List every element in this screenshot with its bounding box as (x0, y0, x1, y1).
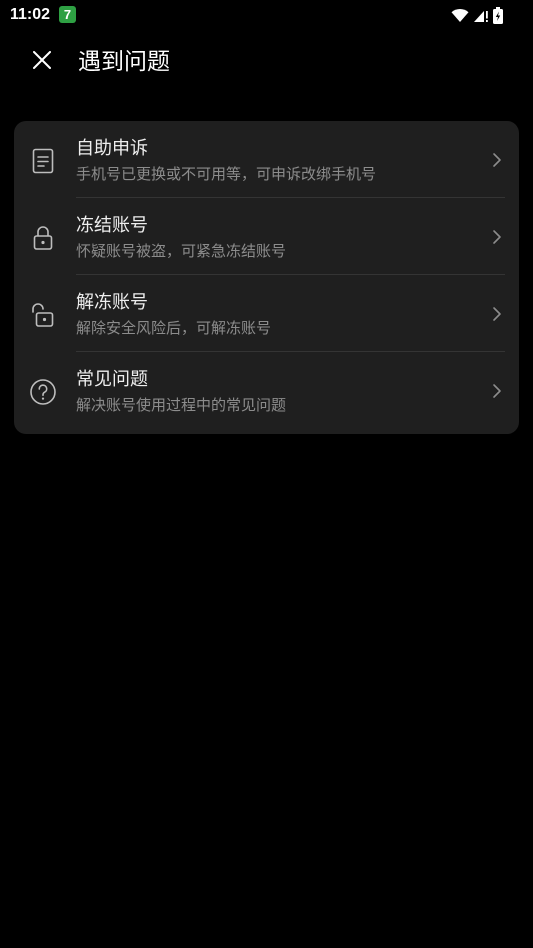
menu-item-title: 冻结账号 (76, 215, 148, 236)
menu-item-subtitle: 怀疑账号被盗，可紧急冻结账号 (76, 242, 287, 260)
unlock-icon (29, 301, 57, 329)
menu-item-title: 解冻账号 (76, 292, 148, 313)
help-circle-icon (29, 378, 57, 406)
lock-icon (29, 224, 57, 252)
chevron-right-icon (491, 228, 503, 246)
menu-item-subtitle: 手机号已更换或不可用等，可申诉改绑手机号 (76, 165, 377, 183)
menu-item-freeze-account[interactable]: 冻结账号 怀疑账号被盗，可紧急冻结账号 (14, 198, 519, 275)
top-app-bar: 遇到问题 (0, 36, 533, 88)
close-icon (33, 51, 51, 73)
wifi-icon (451, 8, 469, 23)
menu-item-self-appeal[interactable]: 自助申诉 手机号已更换或不可用等，可申诉改绑手机号 (14, 121, 519, 198)
document-icon (29, 147, 57, 175)
close-button[interactable] (22, 42, 62, 82)
status-icons (451, 5, 503, 25)
menu-item-title: 常见问题 (76, 369, 148, 390)
signal-icon (473, 8, 489, 23)
chevron-right-icon (491, 305, 503, 323)
menu-item-unfreeze-account[interactable]: 解冻账号 解除安全风险后，可解冻账号 (14, 275, 519, 352)
menu-item-title: 自助申诉 (76, 138, 148, 159)
problem-options-card: 自助申诉 手机号已更换或不可用等，可申诉改绑手机号 冻结账号 怀疑账号被盗，可紧… (14, 121, 519, 434)
page-title: 遇到问题 (78, 49, 170, 75)
menu-item-faq[interactable]: 常见问题 解决账号使用过程中的常见问题 (14, 352, 519, 429)
status-time: 11:02 (10, 6, 51, 23)
chevron-right-icon (491, 382, 503, 400)
battery-charging-icon (493, 6, 503, 24)
status-bar: 11:02 7 (0, 0, 533, 30)
app-notification-badge: 7 (59, 6, 76, 23)
menu-item-subtitle: 解除安全风险后，可解冻账号 (76, 319, 272, 337)
chevron-right-icon (491, 151, 503, 169)
menu-item-subtitle: 解决账号使用过程中的常见问题 (76, 396, 287, 414)
